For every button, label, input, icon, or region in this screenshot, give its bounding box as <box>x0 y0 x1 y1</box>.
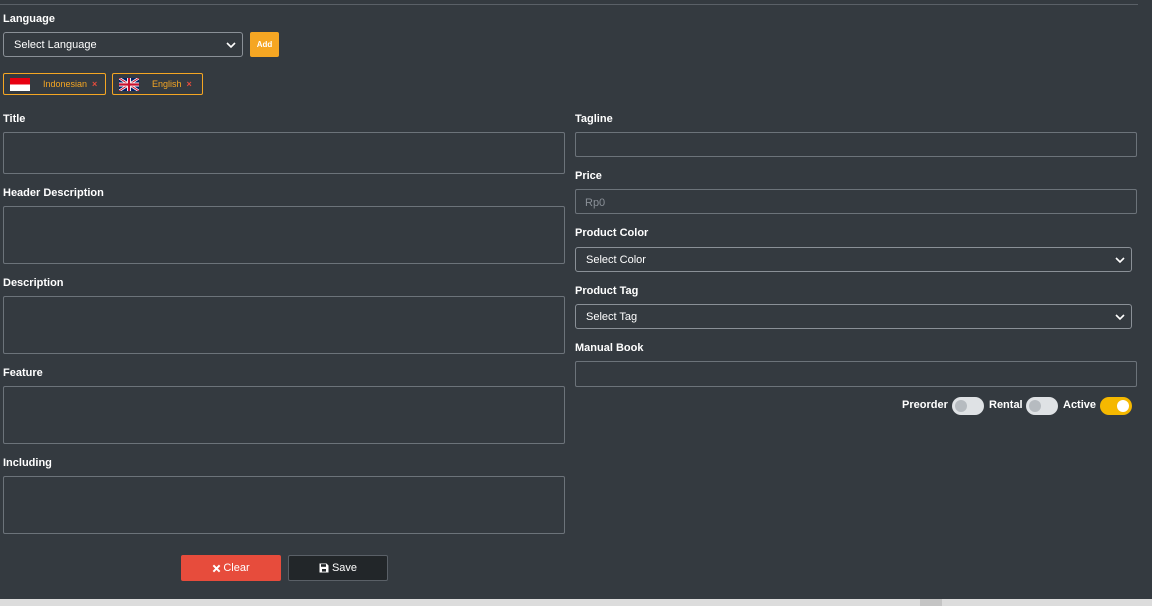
language-select-value: Select Language <box>14 38 97 51</box>
language-label: Language <box>3 13 55 25</box>
uk-flag-icon <box>119 77 139 91</box>
chip-label: Indonesian <box>43 79 88 89</box>
rental-label: Rental <box>989 399 1023 411</box>
description-label: Description <box>3 277 64 289</box>
rental-toggle[interactable] <box>1026 397 1058 415</box>
clear-button-label: Clear <box>223 562 250 574</box>
manual-book-input[interactable] <box>575 361 1137 387</box>
save-button-label: Save <box>331 562 358 574</box>
header-description-textarea[interactable] <box>3 206 565 264</box>
price-label: Price <box>575 170 602 182</box>
toggle-knob <box>955 400 967 412</box>
chip-label: English <box>152 79 182 89</box>
including-label: Including <box>3 457 52 469</box>
top-divider <box>0 4 1138 5</box>
title-label: Title <box>3 113 26 125</box>
indonesia-flag-icon <box>10 77 30 91</box>
clear-button[interactable]: Clear <box>181 555 281 581</box>
scrollbar-thumb[interactable] <box>920 599 942 606</box>
header-description-label: Header Description <box>3 187 104 199</box>
active-toggle[interactable] <box>1100 397 1132 415</box>
add-language-button[interactable]: Add <box>250 32 279 57</box>
language-chip-english: English × <box>112 73 203 95</box>
product-color-select[interactable]: Select Color <box>575 247 1132 272</box>
chevron-down-icon <box>1115 313 1125 320</box>
horizontal-scrollbar[interactable] <box>0 599 1152 606</box>
feature-textarea[interactable] <box>3 386 565 444</box>
chevron-down-icon <box>1115 256 1125 263</box>
language-chip-indonesian: Indonesian × <box>3 73 106 95</box>
floppy-disk-icon <box>319 563 329 573</box>
product-tag-label: Product Tag <box>575 285 639 297</box>
tagline-input[interactable] <box>575 132 1137 157</box>
product-color-label: Product Color <box>575 227 649 239</box>
product-tag-select[interactable]: Select Tag <box>575 304 1132 329</box>
product-color-value: Select Color <box>586 253 646 266</box>
active-label: Active <box>1063 399 1097 411</box>
save-button[interactable]: Save <box>288 555 388 581</box>
toggle-knob <box>1117 400 1129 412</box>
chevron-down-icon <box>226 41 236 48</box>
feature-label: Feature <box>3 367 43 379</box>
remove-chip-icon[interactable]: × <box>92 79 97 89</box>
price-placeholder: Rp0 <box>585 197 606 209</box>
price-input[interactable]: Rp0 <box>575 189 1137 214</box>
remove-chip-icon[interactable]: × <box>187 79 192 89</box>
including-textarea[interactable] <box>3 476 565 534</box>
manual-book-label: Manual Book <box>575 342 644 354</box>
close-icon <box>212 564 221 572</box>
preorder-toggle[interactable] <box>952 397 984 415</box>
toggle-knob <box>1029 400 1041 412</box>
language-select[interactable]: Select Language <box>3 32 243 57</box>
tagline-label: Tagline <box>575 113 613 125</box>
title-input[interactable] <box>3 132 565 174</box>
preorder-label: Preorder <box>902 399 948 411</box>
product-tag-value: Select Tag <box>586 310 638 323</box>
description-textarea[interactable] <box>3 296 565 354</box>
